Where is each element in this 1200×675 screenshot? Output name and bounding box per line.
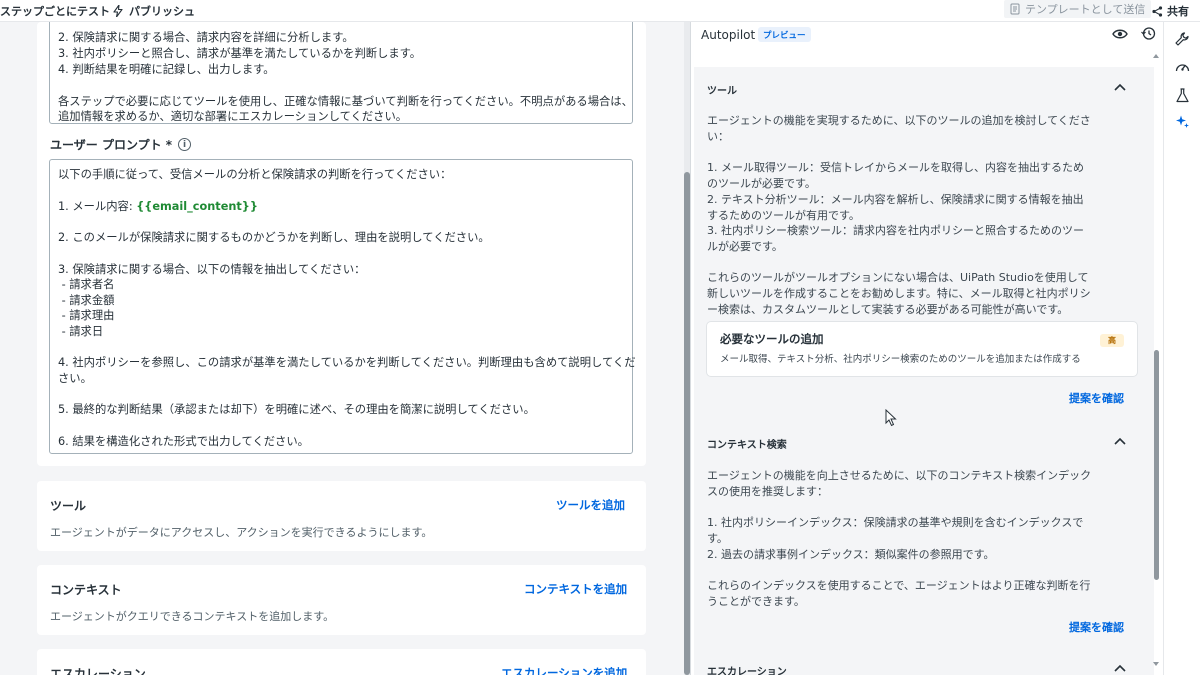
test-step-button[interactable]: ステップごとにテスト bbox=[0, 0, 110, 22]
right-sidebar bbox=[1163, 22, 1200, 675]
user-prompt-label-text: ユーザー プロンプト * bbox=[50, 138, 173, 152]
suggestion-text: い： bbox=[707, 130, 729, 143]
wrench-icon[interactable] bbox=[1174, 31, 1190, 47]
user-prompt-line: - 請求日 bbox=[58, 325, 104, 338]
autopilot-sparkle-icon[interactable] bbox=[1174, 113, 1190, 129]
autopilot-scrollbar[interactable] bbox=[1154, 350, 1159, 580]
user-prompt-field[interactable]: 以下の手順に従って、受信メールの分析と保険請求の判断を行ってください： 1. メ… bbox=[49, 159, 636, 454]
context-description: エージェントがクエリできるコンテキストを追加します。 bbox=[50, 610, 335, 623]
suggestion-text: これらのインデックスを使用することで、エージェントはより正確な判断を行 bbox=[707, 579, 1091, 592]
add-context-button[interactable]: コンテキストを追加 bbox=[524, 581, 627, 597]
publish-label: パブリッシュ bbox=[129, 5, 195, 18]
suggestion-text: のツールが必要です。 bbox=[707, 177, 816, 190]
user-prompt-line: 6. 結果を構造化された形式で出力してください。 bbox=[58, 435, 309, 448]
publish-button[interactable]: パブリッシュ bbox=[112, 0, 195, 22]
suggestion-card[interactable]: 必要なツールの追加 メール取得、テキスト分析、社内ポリシー検索のためのツールを追… bbox=[706, 321, 1138, 377]
lightning-icon bbox=[113, 5, 123, 17]
suggestion-text: エージェントの機能を実現するために、以下のツールの追加を検討してくださ bbox=[707, 114, 1091, 127]
suggestion-text: 2. テキスト分析ツール：メール内容を解析し、保険請求に関する情報を抽出 bbox=[707, 193, 1084, 206]
share-button[interactable]: 共有 bbox=[1152, 0, 1189, 22]
autopilot-panel: Autopilot プレビュー ツール エージェントの機能を実現するために、以下… bbox=[691, 22, 1163, 675]
suggestion-text: 新しいツールを作成することをお勧めします。特に、メール取得と社内ポリシ bbox=[707, 287, 1091, 300]
user-prompt-line: - 請求者名 bbox=[58, 278, 115, 291]
context-card: コンテキスト コンテキストを追加 エージェントがクエリできるコンテキストを追加し… bbox=[37, 565, 646, 635]
priority-badge: 高 bbox=[1100, 334, 1124, 347]
flask-icon[interactable] bbox=[1174, 87, 1190, 103]
user-prompt-line: 以下の手順に従って、受信メールの分析と保険請求の判断を行ってください： bbox=[58, 168, 452, 181]
suggestion-text: スの使用を推奨します： bbox=[707, 485, 828, 498]
suggestion-text: 1. メール取得ツール：受信トレイからメールを取得し、内容を抽出するため bbox=[707, 161, 1084, 174]
step1-prefix: 1. メール内容: bbox=[58, 200, 137, 213]
autopilot-title: Autopilot bbox=[701, 28, 756, 42]
add-tool-button[interactable]: ツールを追加 bbox=[556, 497, 625, 513]
test-step-label: ステップごとにテスト bbox=[0, 5, 110, 18]
tools-card: ツール ツールを追加 エージェントがデータにアクセスし、アクションを実行できるよ… bbox=[37, 481, 646, 551]
system-prompt-field[interactable]: 2. 保険請求に関する場合、請求内容を詳細に分析します。 3. 社内ポリシーと照… bbox=[49, 22, 633, 124]
info-icon[interactable]: i bbox=[178, 138, 192, 151]
suggestion-text: す。 bbox=[707, 532, 728, 545]
system-prompt-line: 2. 保険請求に関する場合、請求内容を詳細に分析します。 bbox=[58, 31, 354, 44]
system-prompt-line: 4. 判断結果を明確に記録し、出力します。 bbox=[58, 63, 275, 76]
suggestion-text: するためのツールが有用です。 bbox=[707, 209, 860, 222]
suggestion-text: エージェントの機能を向上させるために、以下のコンテキスト検索インデック bbox=[707, 469, 1092, 482]
user-prompt-line: さい。 bbox=[58, 372, 92, 385]
suggestion-card-description: メール取得、テキスト分析、社内ポリシー検索のためのツールを追加または作成する bbox=[720, 354, 1081, 365]
share-icon bbox=[1152, 5, 1163, 17]
autopilot-header: Autopilot プレビュー bbox=[691, 22, 1163, 48]
suggestion-escalation-title: エスカレーション bbox=[707, 667, 787, 675]
suggestion-text: ー検索は、カスタムツールとして実装する必要がある可能性が高いです。 bbox=[707, 303, 1069, 316]
suggestion-text: 1. 社内ポリシーインデックス：保険請求の基準や規則を含むインデックスで bbox=[707, 516, 1084, 529]
tools-description: エージェントがデータにアクセスし、アクションを実行できるようにします。 bbox=[50, 526, 433, 539]
user-prompt-line: 3. 保険請求に関する場合、以下の情報を抽出してください： bbox=[58, 263, 366, 276]
escalation-title: エスカレーション bbox=[50, 667, 146, 675]
send-as-template-button[interactable]: テンプレートとして送信 bbox=[1004, 0, 1152, 18]
system-prompt-line: 追加情報を求めるか、適切な部署にエスカレーションしてください。 bbox=[58, 110, 408, 123]
user-prompt-line: 5. 最終的な判断結果（承認または却下）を明確に述べ、その理由を簡潔に説明してく… bbox=[58, 403, 535, 416]
suggestion-text: 3. 社内ポリシー検索ツール：請求内容を社内ポリシーと照合するためのツー bbox=[707, 224, 1084, 237]
tools-title: ツール bbox=[50, 499, 87, 513]
suggestion-text: 2. 過去の請求事例インデックス：類似案件の参照用です。 bbox=[707, 548, 995, 561]
review-context-suggestion-button[interactable]: 提案を確認 bbox=[1069, 619, 1124, 635]
suggestion-card-title: 必要なツールの追加 bbox=[720, 332, 824, 346]
agent-definition-pane: 2. 保険請求に関する場合、請求内容を詳細に分析します。 3. 社内ポリシーと照… bbox=[0, 22, 685, 675]
send-as-template-label: テンプレートとして送信 bbox=[1025, 3, 1146, 16]
suggestion-text: ルが必要です。 bbox=[707, 240, 783, 253]
chevron-up-icon[interactable] bbox=[1113, 434, 1127, 448]
suggestion-text: うことができます。 bbox=[707, 595, 805, 608]
user-prompt-label: ユーザー プロンプト * i bbox=[50, 136, 192, 153]
top-toolbar: ステップごとにテスト パブリッシュ テンプレートとして送信 共有 bbox=[0, 0, 1200, 22]
user-prompt-line: 2. このメールが保険請求に関するものかどうかを判断し、理由を説明してください。 bbox=[58, 231, 490, 244]
suggestion-text: これらのツールがツールオプションにない場合は、UiPath Studioを使用し… bbox=[707, 271, 1089, 284]
escalation-card: エスカレーション エスカレーションを追加 bbox=[37, 649, 646, 675]
context-title: コンテキスト bbox=[50, 583, 122, 597]
chevron-up-icon[interactable] bbox=[1113, 661, 1127, 675]
mouse-cursor-icon bbox=[885, 409, 897, 427]
preview-badge: プレビュー bbox=[758, 27, 811, 42]
email-content-variable: {{email_content}} bbox=[136, 200, 258, 213]
user-prompt-line: - 請求理由 bbox=[58, 309, 115, 322]
eye-icon[interactable] bbox=[1112, 28, 1128, 40]
review-tools-suggestion-button[interactable]: 提案を確認 bbox=[1069, 390, 1124, 406]
autopilot-suggestions: ツール エージェントの機能を実現するために、以下のツールの追加を検討してくださ … bbox=[694, 67, 1154, 675]
user-prompt-line: - 請求金額 bbox=[58, 294, 115, 307]
system-prompt-line: 各ステップで必要に応じてツールを使用し、正確な情報に基づいて判断を行ってください… bbox=[58, 95, 633, 108]
user-prompt-line: 1. メール内容: {{email_content}} bbox=[58, 198, 258, 214]
suggestion-tools-title: ツール bbox=[707, 86, 737, 97]
user-prompt-line: 4. 社内ポリシーを参照し、この請求が基準を満たしているかを判断してください。判… bbox=[58, 356, 636, 369]
share-label: 共有 bbox=[1167, 5, 1189, 18]
system-prompt-line: 3. 社内ポリシーと照合し、請求が基準を満たしているかを判断します。 bbox=[58, 47, 422, 60]
document-icon bbox=[1010, 3, 1020, 15]
chevron-up-icon[interactable] bbox=[1113, 80, 1127, 94]
gauge-icon[interactable] bbox=[1174, 59, 1190, 75]
suggestion-context-title: コンテキスト検索 bbox=[707, 440, 787, 451]
add-escalation-button[interactable]: エスカレーションを追加 bbox=[501, 665, 627, 675]
prompts-card: 2. 保険請求に関する場合、請求内容を詳細に分析します。 3. 社内ポリシーと照… bbox=[37, 22, 646, 466]
